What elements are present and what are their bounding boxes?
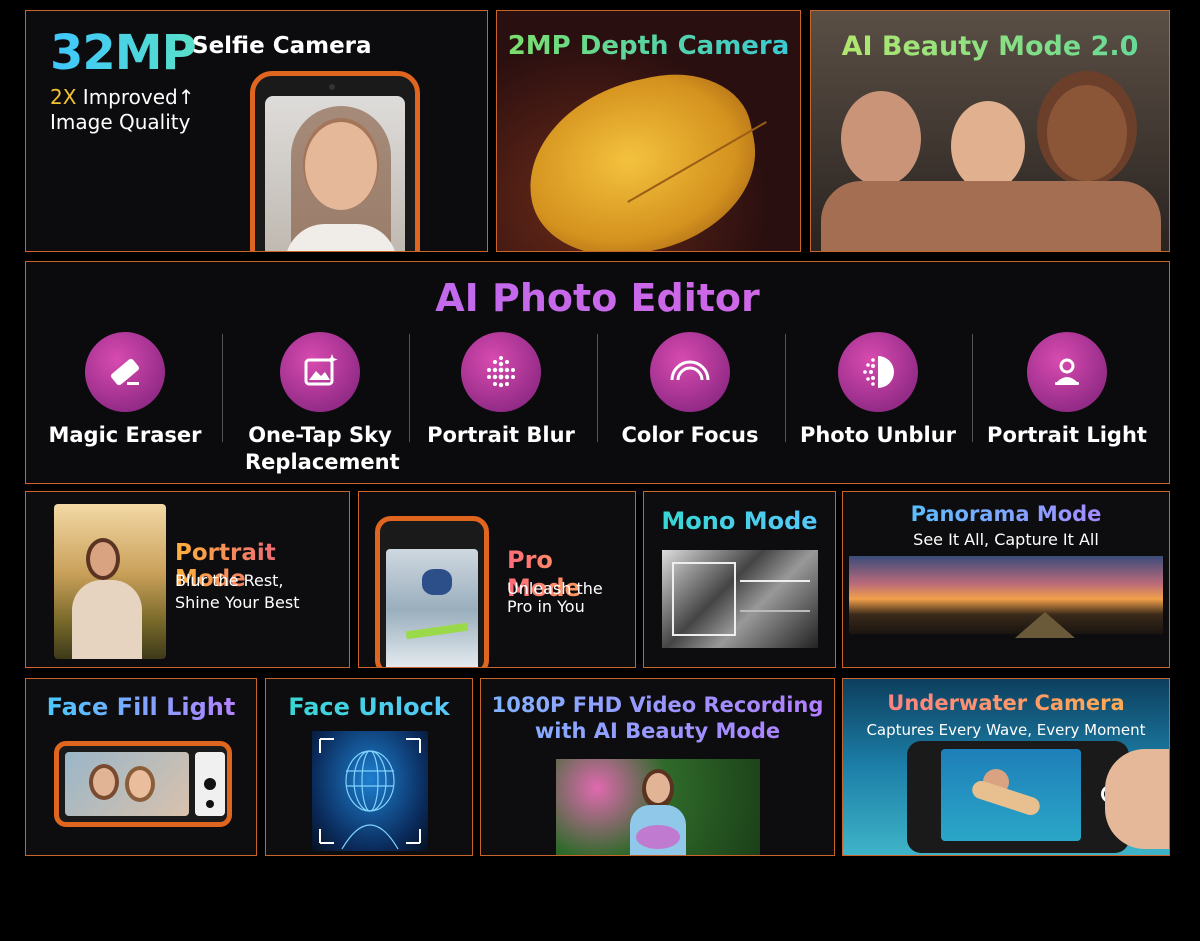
- beauty-mode-panel: AI Beauty Mode 2.0: [810, 10, 1170, 252]
- feature-label: One-Tap Sky Replacement: [245, 423, 400, 474]
- pro-subtitle: Unleash the Pro in You: [507, 580, 603, 616]
- feature-label: Photo Unblur: [799, 423, 957, 447]
- leaf-image: [511, 58, 773, 251]
- pro-phone-image: [375, 516, 489, 667]
- selfie-phone-image: [250, 71, 420, 251]
- mono-title: Mono Mode: [644, 507, 835, 535]
- pro-sub2: Pro in You: [507, 597, 585, 616]
- unlock-title: Face Unlock: [266, 693, 472, 721]
- feature-label: Portrait Blur: [427, 423, 575, 447]
- panorama-mode-panel: Panorama Mode See It All, Capture It All: [842, 491, 1170, 668]
- divider: [222, 334, 223, 442]
- feature-portrait-light[interactable]: Portrait Light: [974, 332, 1160, 449]
- selfie-title: Selfie Camera: [192, 33, 372, 59]
- fill-title: Face Fill Light: [26, 693, 256, 721]
- face-scan-icon: [312, 731, 428, 851]
- video-line1: 1080P FHD Video Recording: [481, 693, 834, 717]
- dots-blur-icon: [461, 332, 541, 412]
- portrait-mode-panel: Portrait Mode Blur the Rest, Shine Your …: [25, 491, 350, 668]
- mono-mode-panel: Mono Mode: [643, 491, 836, 668]
- panorama-photo: [849, 556, 1163, 638]
- video-recording-panel: 1080P FHD Video Recording with AI Beauty…: [480, 678, 835, 856]
- editor-title: AI Photo Editor: [26, 276, 1169, 320]
- feature-label: Magic Eraser: [48, 423, 202, 447]
- video-line2: with AI Beauty Mode: [481, 719, 834, 743]
- portrait-sub2: Shine Your Best: [175, 593, 300, 612]
- eraser-icon: [85, 332, 165, 412]
- ai-photo-editor-panel: AI Photo Editor Magic Eraser One-Tap Sky…: [25, 261, 1170, 484]
- selfie-subtitle: 2X Improved↑ Image Quality: [50, 85, 194, 135]
- beauty-title: AI Beauty Mode 2.0: [811, 31, 1169, 62]
- face-fill-light-panel: Face Fill Light: [25, 678, 257, 856]
- feature-photo-unblur[interactable]: Photo Unblur: [785, 332, 971, 449]
- feature-magic-eraser[interactable]: Magic Eraser: [32, 332, 218, 449]
- feature-portrait-blur[interactable]: Portrait Blur: [408, 332, 594, 449]
- selfie-accent: 2X: [50, 85, 77, 109]
- underwater-camera-panel: Underwater Camera Captures Every Wave, E…: [842, 678, 1170, 856]
- divider: [972, 334, 973, 442]
- half-circle-dots-icon: [838, 332, 918, 412]
- rainbow-arc-icon: [650, 332, 730, 412]
- face-unlock-panel: Face Unlock: [265, 678, 473, 856]
- pro-mode-panel: Pro Mode Unleash the Pro in You: [358, 491, 636, 668]
- mono-photo: [662, 550, 818, 648]
- panorama-subtitle: See It All, Capture It All: [913, 530, 1099, 549]
- selfie-megapixel: 32MP: [50, 25, 197, 81]
- underwater-title: Underwater Camera: [843, 691, 1169, 715]
- video-photo: [556, 759, 760, 855]
- feature-sky-replacement[interactable]: One-Tap Sky Replacement: [227, 332, 413, 476]
- depth-title: 2MP Depth Camera: [497, 31, 800, 61]
- portrait-sub1: Blur the Rest,: [175, 571, 284, 590]
- depth-camera-panel: 2MP Depth Camera: [496, 10, 801, 252]
- selfie-line2: Image Quality: [50, 110, 191, 134]
- friends-photo: [811, 71, 1169, 251]
- portrait-photo: [54, 504, 166, 659]
- selfie-camera-panel: 32MP Selfie Camera 2X Improved↑ Image Qu…: [25, 10, 488, 252]
- pro-sub1: Unleash the: [507, 579, 603, 598]
- portrait-subtitle: Blur the Rest, Shine Your Best: [175, 570, 299, 614]
- panorama-title: Panorama Mode: [843, 502, 1169, 526]
- underwater-subtitle: Captures Every Wave, Every Moment: [866, 721, 1146, 739]
- underwater-phone-image: [907, 741, 1129, 853]
- sky-image-icon: [280, 332, 360, 412]
- selfie-line1: Improved↑: [76, 85, 195, 109]
- person-light-icon: [1027, 332, 1107, 412]
- fill-phone-image: [54, 741, 232, 827]
- feature-color-focus[interactable]: Color Focus: [597, 332, 783, 449]
- feature-label: Portrait Light: [987, 423, 1147, 447]
- hand-image: [1105, 749, 1169, 849]
- feature-label: Color Focus: [621, 423, 759, 447]
